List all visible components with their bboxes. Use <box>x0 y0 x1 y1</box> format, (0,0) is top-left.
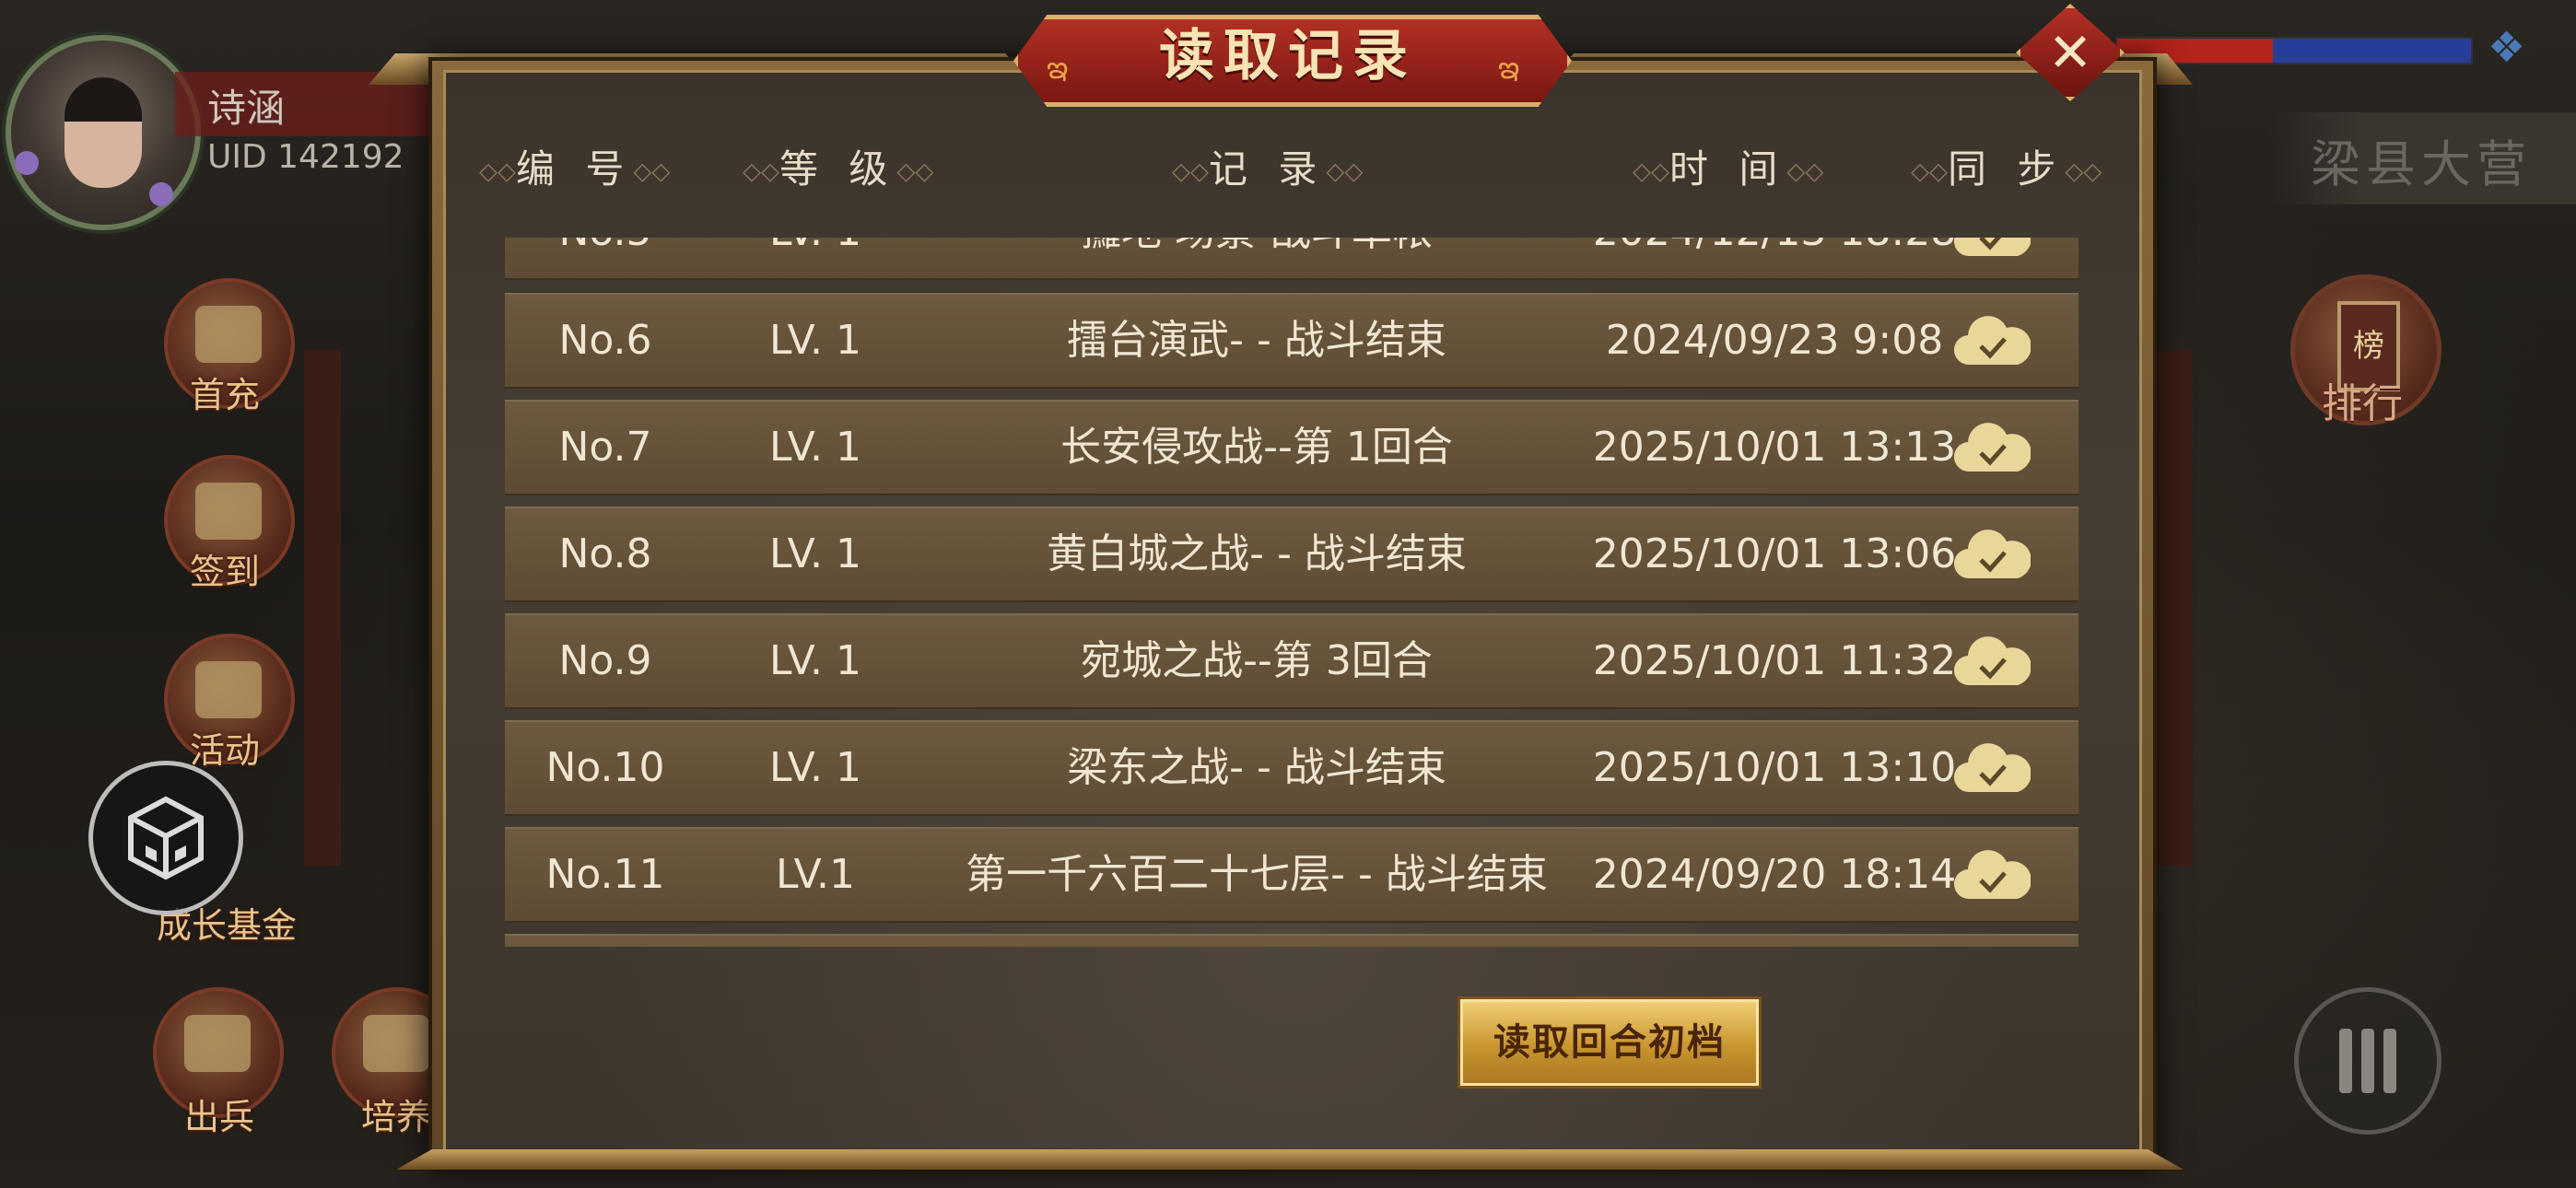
record-level: LV. 1 <box>768 744 862 791</box>
record-level: LV. 1 <box>768 317 862 364</box>
dialog-bottom-trim <box>396 1149 2184 1170</box>
treasure-icon <box>195 661 262 718</box>
player-avatar[interactable] <box>6 35 201 230</box>
record-time: 2024/09/20 18:14 <box>1592 851 1957 898</box>
record-row[interactable]: No.6 LV. 1 擂台演武- - 战斗结束 2024/09/23 9:08 <box>505 293 2078 389</box>
flower-decoration-icon <box>149 182 173 206</box>
record-row[interactable]: No.11 LV.1 第一千六百二十七层- - 战斗结束 2024/09/20 … <box>505 827 2078 923</box>
record-time: 2025/10/01 13:10 <box>1592 744 1957 791</box>
record-number: No.11 <box>545 851 665 898</box>
player-name: 诗涵 <box>207 86 286 131</box>
column-header-record: ◇◇记 录◇◇ <box>1172 146 1364 192</box>
load-round-start-button[interactable]: 读取回合初档 <box>1458 996 1762 1089</box>
record-time: 2024/09/23 9:08 <box>1605 317 1944 364</box>
record-number: No.8 <box>558 530 652 577</box>
record-level: LV.1 <box>775 851 856 898</box>
gift-icon <box>195 306 262 363</box>
record-title: 攞地·场景-战斗单帐 <box>925 238 1588 278</box>
events-label: 活动 <box>190 730 261 771</box>
menu-bar-icon <box>2339 1029 2352 1093</box>
close-icon: ✕ <box>2047 21 2093 84</box>
column-header-sync: ◇◇同 步◇◇ <box>1911 146 2102 192</box>
avatar-portrait <box>64 77 142 188</box>
column-header-record-label: 记 录 <box>1209 146 1327 192</box>
background-pillar <box>2156 350 2193 866</box>
record-row[interactable]: No.7 LV. 1 长安侵攻战--第 1回合 2025/10/01 13:13 <box>505 400 2078 495</box>
record-row[interactable]: No.8 LV. 1 黄白城之战- - 战斗结束 2025/10/01 13:0… <box>505 507 2078 602</box>
cube-icon <box>128 796 204 880</box>
camp-name[interactable]: 梁县大营 <box>2311 123 2532 196</box>
ranking-label: 排行 <box>2322 380 2403 427</box>
cube-menu-button[interactable] <box>88 761 243 915</box>
menu-bar-icon <box>2361 1029 2374 1093</box>
record-title: 长安侵攻战--第 1回合 <box>1060 424 1453 471</box>
column-header-time-label: 时 间 <box>1669 146 1787 192</box>
record-level: LV. 1 <box>706 238 925 278</box>
record-title: 宛城之战--第 3回合 <box>1081 637 1433 684</box>
column-header-number-label: 编 号 <box>516 146 634 192</box>
record-time: 2025/10/01 13:06 <box>1592 530 1957 577</box>
record-list[interactable]: No.5 LV. 1 攞地·场景-战斗单帐 2024/12/13 18:28 N… <box>505 238 2078 947</box>
record-level: LV. 1 <box>768 637 862 684</box>
column-header-level-label: 等 级 <box>779 146 897 192</box>
record-level: LV. 1 <box>768 424 862 471</box>
cloud-synced-icon <box>1954 238 2031 257</box>
record-title: 黄白城之战- - 战斗结束 <box>1047 530 1467 577</box>
record-row[interactable]: No.10 LV. 1 梁东之战- - 战斗结束 2025/10/01 13:1… <box>505 720 2078 816</box>
record-number: No.9 <box>558 637 652 684</box>
menu-bar-icon <box>2383 1029 2396 1093</box>
record-number: No.7 <box>558 424 652 471</box>
dialog-title: 读取记录 <box>1159 24 1417 88</box>
column-header-sync-label: 同 步 <box>1948 146 2066 192</box>
cloud-synced-icon <box>1954 316 2031 366</box>
bird-icon[interactable]: ❖ <box>2488 24 2534 70</box>
record-time: 2025/10/01 11:32 <box>1592 637 1957 684</box>
cloud-synced-icon <box>1954 423 2031 472</box>
column-header-number: ◇◇编 号◇◇ <box>479 146 671 192</box>
record-row-partial[interactable] <box>505 934 2078 947</box>
cloud-synced-icon <box>1954 743 2031 793</box>
record-row[interactable]: No.5 LV. 1 攞地·场景-战斗单帐 2024/12/13 18:28 <box>505 238 2078 280</box>
crossed-swords-icon <box>184 1015 251 1072</box>
column-header-time: ◇◇时 间◇◇ <box>1633 146 1824 192</box>
record-row[interactable]: No.9 LV. 1 宛城之战--第 3回合 2025/10/01 11:32 <box>505 613 2078 709</box>
main-menu-button[interactable] <box>2294 987 2441 1135</box>
medal-icon <box>363 1015 429 1072</box>
record-number: No.5 <box>505 238 706 278</box>
record-time: 2024/12/13 18:28 <box>1572 238 1977 278</box>
first-recharge-label: 首充 <box>190 375 261 415</box>
cloud-synced-icon <box>1954 850 2031 900</box>
sign-in-label: 签到 <box>190 552 261 592</box>
record-title: 梁东之战- - 战斗结束 <box>1067 744 1446 791</box>
column-header-level: ◇◇等 级◇◇ <box>743 146 934 192</box>
flower-decoration-icon <box>15 151 39 175</box>
record-time: 2025/10/01 13:13 <box>1592 424 1957 471</box>
cloud-synced-icon <box>1954 636 2031 686</box>
record-title: 第一千六百二十七层- - 战斗结束 <box>966 851 1548 898</box>
dispatch-label: 出兵 <box>184 1097 255 1137</box>
scroll-icon <box>195 483 262 540</box>
record-number: No.6 <box>558 317 652 364</box>
cloud-synced-icon <box>1954 530 2031 579</box>
train-label: 培养 <box>361 1097 432 1137</box>
record-number: No.10 <box>545 744 665 791</box>
background-pillar <box>304 350 341 866</box>
record-title: 擂台演武- - 战斗结束 <box>1067 317 1446 364</box>
record-level: LV. 1 <box>768 530 862 577</box>
player-uid: UID 142192 <box>207 138 404 176</box>
